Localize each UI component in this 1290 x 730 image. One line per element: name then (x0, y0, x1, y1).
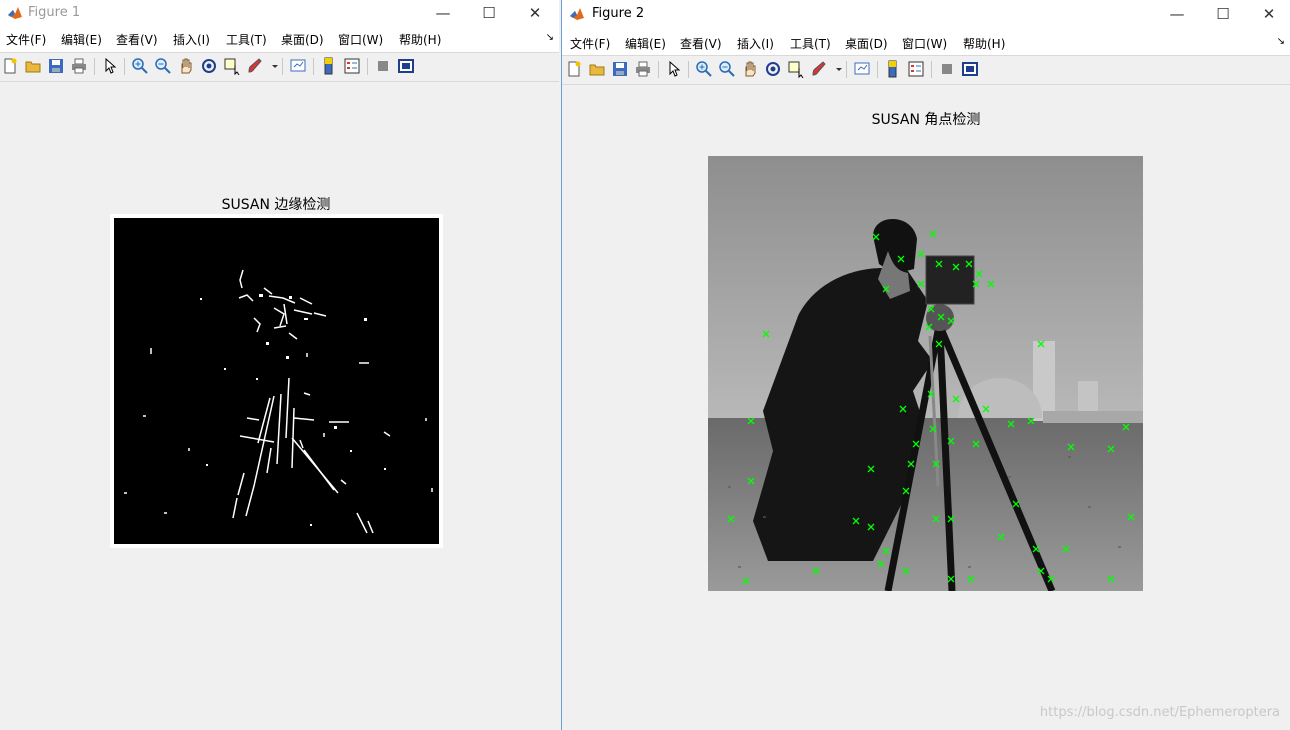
data-cursor-icon[interactable] (787, 60, 805, 78)
matlab-icon (570, 8, 584, 20)
link-plot-icon[interactable] (289, 57, 307, 75)
toolbar-separator (658, 61, 659, 78)
menu-view[interactable]: 查看(V) (116, 31, 158, 48)
toolbar-separator (688, 61, 689, 78)
toolbar-separator (94, 58, 95, 75)
figure-toolbar (562, 55, 1290, 85)
figure-1-window: Figure 1 — ☐ ✕ 文件(F) 编辑(E) 查看(V) 插入(I) 工… (0, 0, 559, 730)
show-plot-tools-icon[interactable] (961, 60, 979, 78)
menubar: 文件(F) 编辑(E) 查看(V) 插入(I) 工具(T) 桌面(D) 窗口(W… (0, 26, 559, 52)
corner-detection-image[interactable] (708, 156, 1143, 593)
link-plot-icon[interactable] (853, 60, 871, 78)
menubar: 文件(F) 编辑(E) 查看(V) 插入(I) 工具(T) 桌面(D) 窗口(W… (562, 28, 1290, 55)
open-file-icon[interactable] (588, 60, 606, 78)
toolbar-separator (124, 58, 125, 75)
minimize-button[interactable]: — (1154, 0, 1200, 28)
rotate-3d-icon[interactable] (764, 60, 782, 78)
data-cursor-icon[interactable] (223, 57, 241, 75)
zoom-in-icon[interactable] (131, 57, 149, 75)
toolbar-separator (846, 61, 847, 78)
colorbar-icon[interactable] (884, 60, 902, 78)
menu-tools[interactable]: 工具(T) (226, 31, 267, 48)
brush-dropdown-icon[interactable] (830, 60, 842, 78)
select-arrow-icon[interactable] (101, 57, 119, 75)
print-icon[interactable] (70, 57, 88, 75)
brush-icon[interactable] (810, 60, 828, 78)
titlebar[interactable]: Figure 2 — ☐ ✕ (562, 0, 1290, 28)
close-button[interactable]: ✕ (1246, 0, 1290, 28)
maximize-button[interactable]: ☐ (1200, 0, 1246, 28)
open-file-icon[interactable] (24, 57, 42, 75)
menu-edit[interactable]: 编辑(E) (61, 31, 102, 48)
dock-arrow-icon[interactable]: ↘ (1277, 36, 1285, 47)
menu-window[interactable]: 窗口(W) (338, 31, 383, 48)
new-figure-icon[interactable] (1, 57, 19, 75)
cameraman-photo (708, 156, 1143, 593)
save-icon[interactable] (611, 60, 629, 78)
close-button[interactable]: ✕ (512, 0, 558, 26)
show-plot-tools-icon[interactable] (397, 57, 415, 75)
minimize-button[interactable]: — (420, 0, 466, 26)
zoom-in-icon[interactable] (695, 60, 713, 78)
watermark-text: https://blog.csdn.net/Ephemeroptera (1039, 705, 1280, 720)
edge-map (124, 269, 433, 534)
figure-toolbar (0, 52, 559, 82)
toolbar-separator (877, 61, 878, 78)
hide-plot-tools-icon[interactable] (374, 57, 392, 75)
menu-tools[interactable]: 工具(T) (790, 35, 831, 52)
zoom-out-icon[interactable] (718, 60, 736, 78)
matlab-icon (8, 7, 22, 19)
dock-arrow-icon[interactable]: ↘ (546, 32, 554, 43)
toolbar-separator (282, 58, 283, 75)
window-title: Figure 2 (592, 6, 645, 21)
titlebar[interactable]: Figure 1 — ☐ ✕ (0, 0, 559, 26)
select-arrow-icon[interactable] (665, 60, 683, 78)
axes-frame (110, 214, 443, 548)
menu-view[interactable]: 查看(V) (680, 35, 722, 52)
colorbar-icon[interactable] (320, 57, 338, 75)
pan-hand-icon[interactable] (741, 60, 759, 78)
window-title: Figure 1 (28, 5, 81, 20)
menu-file[interactable]: 文件(F) (6, 31, 46, 48)
menu-window[interactable]: 窗口(W) (902, 35, 947, 52)
save-icon[interactable] (47, 57, 65, 75)
menu-insert[interactable]: 插入(I) (737, 35, 774, 52)
edge-detection-image[interactable] (114, 218, 439, 544)
brush-dropdown-icon[interactable] (266, 57, 278, 75)
legend-icon[interactable] (907, 60, 925, 78)
new-figure-icon[interactable] (565, 60, 583, 78)
brush-icon[interactable] (246, 57, 264, 75)
menu-insert[interactable]: 插入(I) (173, 31, 210, 48)
menu-file[interactable]: 文件(F) (570, 35, 610, 52)
plot-title: SUSAN 角点检测 (871, 112, 981, 128)
menu-desktop[interactable]: 桌面(D) (845, 35, 888, 52)
plot-title: SUSAN 边缘检测 (221, 197, 331, 213)
maximize-button[interactable]: ☐ (466, 0, 512, 26)
figure-2-window: Figure 2 — ☐ ✕ 文件(F) 编辑(E) 查看(V) 插入(I) 工… (561, 0, 1290, 730)
rotate-3d-icon[interactable] (200, 57, 218, 75)
menu-edit[interactable]: 编辑(E) (625, 35, 666, 52)
hide-plot-tools-icon[interactable] (938, 60, 956, 78)
legend-icon[interactable] (343, 57, 361, 75)
toolbar-separator (931, 61, 932, 78)
menu-help[interactable]: 帮助(H) (399, 31, 441, 48)
zoom-out-icon[interactable] (154, 57, 172, 75)
print-icon[interactable] (634, 60, 652, 78)
menu-desktop[interactable]: 桌面(D) (281, 31, 324, 48)
toolbar-separator (367, 58, 368, 75)
pan-hand-icon[interactable] (177, 57, 195, 75)
menu-help[interactable]: 帮助(H) (963, 35, 1005, 52)
toolbar-separator (313, 58, 314, 75)
